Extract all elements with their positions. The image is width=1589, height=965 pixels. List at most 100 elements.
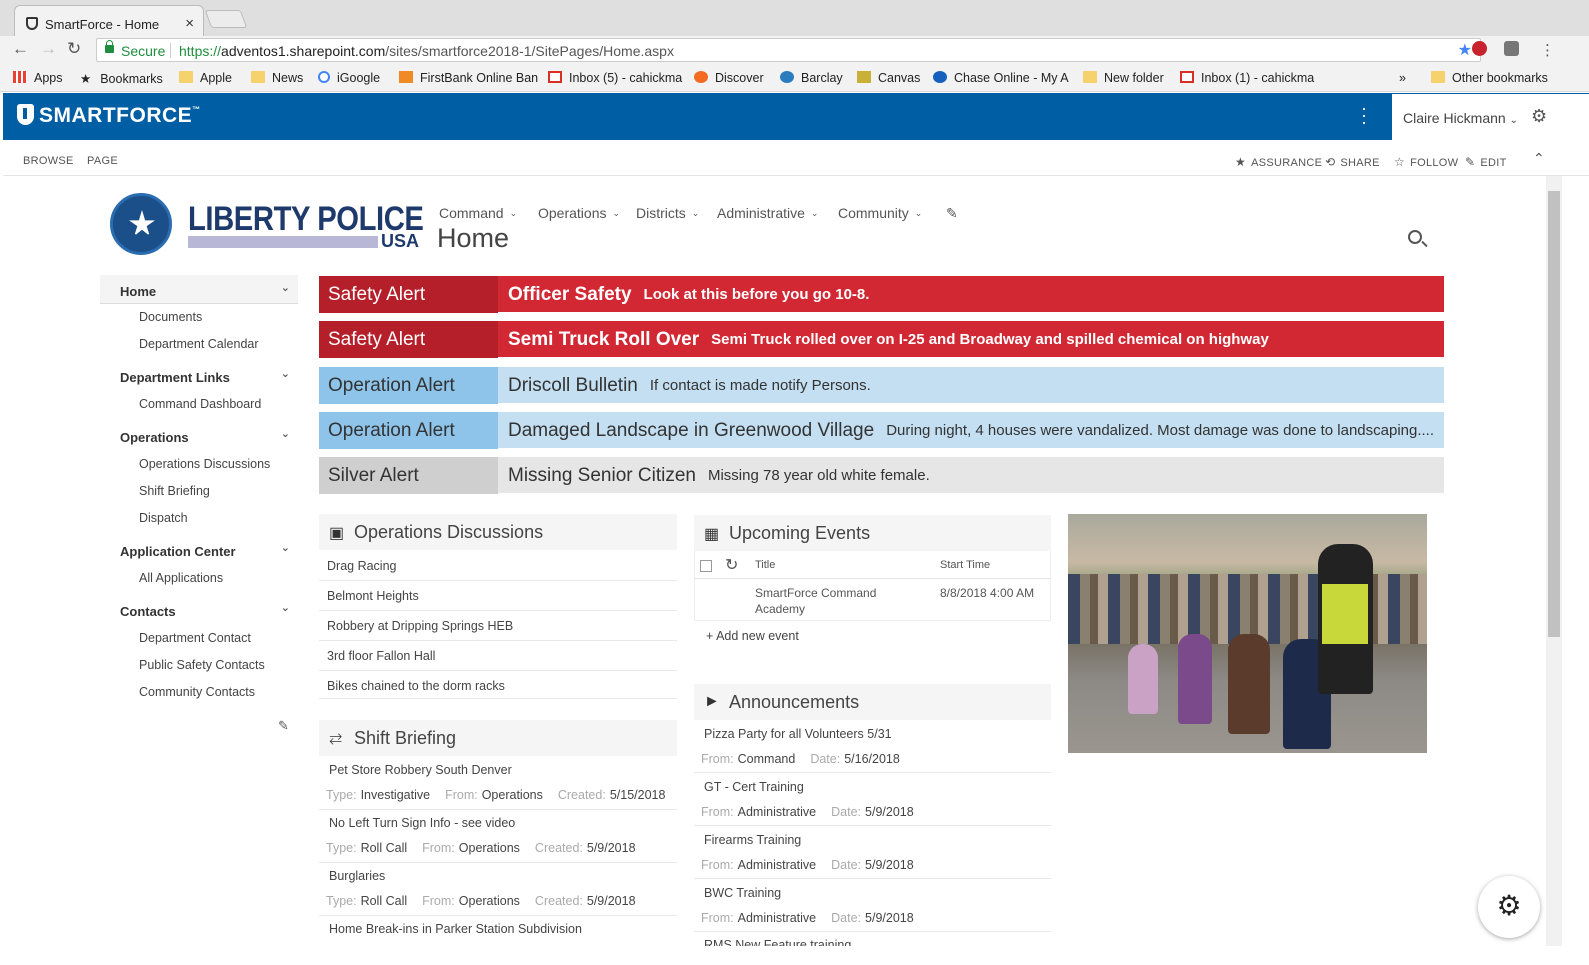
other-bookmarks[interactable]: Other bookmarks bbox=[1431, 71, 1548, 85]
extension-icon[interactable] bbox=[1504, 41, 1519, 56]
list-item[interactable]: Bikes chained to the dorm racks bbox=[319, 671, 677, 699]
alert-row[interactable]: Safety Alert Semi Truck Roll Over Semi Tr… bbox=[319, 321, 1444, 358]
alert-row[interactable]: Operation Alert Damaged Landscape in Gre… bbox=[319, 412, 1444, 449]
new-tab-button[interactable] bbox=[204, 10, 248, 28]
list-item[interactable]: Drag Racing bbox=[319, 551, 677, 581]
user-menu[interactable]: Claire Hickmann ⌄ ⚙ bbox=[1392, 93, 1589, 140]
briefing-item[interactable]: Burglaries Type: Roll Call From: Operations… bbox=[319, 863, 677, 916]
bookmark-inbox-1[interactable]: Inbox (1) - cahickma bbox=[1180, 71, 1314, 85]
discussions-title[interactable]: Operations Discussions bbox=[354, 522, 543, 543]
announcement-item[interactable]: Firearms Training From: Administrative Dat… bbox=[694, 826, 1051, 879]
leftnav-shift-briefing[interactable]: Shift Briefing bbox=[139, 484, 210, 498]
briefing-item[interactable]: No Left Turn Sign Info - see video Type:… bbox=[319, 810, 677, 863]
chevron-down-icon[interactable]: ⌄ bbox=[281, 601, 290, 614]
column-header-start-time[interactable]: Start Time bbox=[940, 559, 990, 571]
leftnav-department-contact[interactable]: Department Contact bbox=[139, 631, 251, 645]
announcement-title[interactable]: GT - Cert Training bbox=[704, 780, 804, 794]
share-button[interactable]: ⟲ SHARE bbox=[1325, 155, 1380, 169]
briefing-item[interactable]: Home Break-ins in Parker Station Subdivi… bbox=[319, 916, 677, 946]
nav-command[interactable]: Command ⌄ bbox=[439, 205, 517, 221]
chevron-down-icon[interactable]: ⌄ bbox=[281, 281, 290, 294]
tab-browse[interactable]: BROWSE bbox=[23, 155, 74, 167]
nav-districts[interactable]: Districts ⌄ bbox=[636, 205, 699, 221]
bookmark-firstbank[interactable]: FirstBank Online Ban bbox=[399, 71, 538, 85]
leftnav-all-applications[interactable]: All Applications bbox=[139, 571, 223, 585]
list-item[interactable]: Robbery at Dripping Springs HEB bbox=[319, 611, 677, 641]
list-item[interactable]: Belmont Heights bbox=[319, 581, 677, 611]
browser-tab[interactable]: SmartForce - Home × bbox=[14, 5, 204, 36]
leftnav-application-center[interactable]: Application Center ⌄ bbox=[100, 535, 298, 564]
smartforce-logo[interactable]: SMARTFORCE™ bbox=[17, 104, 201, 128]
back-arrow-icon[interactable]: ← bbox=[12, 39, 29, 59]
briefing-item[interactable]: Pet Store Robbery South Denver Type: Inve… bbox=[319, 757, 677, 810]
briefing-title[interactable]: No Left Turn Sign Info - see video bbox=[329, 816, 515, 830]
announcement-item[interactable]: Pizza Party for all Volunteers 5/31 From… bbox=[694, 720, 1051, 773]
bookmark-news[interactable]: News bbox=[251, 71, 303, 85]
alert-row[interactable]: Safety Alert Officer Safety Look at this … bbox=[319, 276, 1444, 313]
address-bar[interactable]: Secure https://adventos1.sharepoint.com/… bbox=[96, 38, 1481, 62]
announcement-item[interactable]: GT - Cert Training From: Administrative Da… bbox=[694, 773, 1051, 826]
assurance-button[interactable]: ★ ASSURANCE bbox=[1235, 155, 1322, 169]
announcement-item[interactable]: RMS New Feature training bbox=[694, 932, 1051, 946]
leftnav-department-links[interactable]: Department Links ⌄ bbox=[100, 361, 298, 390]
announcement-title[interactable]: RMS New Feature training bbox=[704, 938, 851, 946]
announcement-title[interactable]: Firearms Training bbox=[704, 833, 801, 847]
edit-leftnav-pencil-icon[interactable]: ✎ bbox=[278, 718, 289, 734]
bookmarks-more-button[interactable]: » bbox=[1399, 71, 1406, 85]
briefing-title[interactable]: Burglaries bbox=[329, 869, 385, 883]
announcement-title[interactable]: BWC Training bbox=[704, 886, 781, 900]
bookmark-inbox-5[interactable]: Inbox (5) - cahickma bbox=[548, 71, 682, 85]
scrollbar-thumb[interactable] bbox=[1548, 191, 1560, 637]
bookmark-apps[interactable]: Apps bbox=[13, 71, 63, 85]
leftnav-contacts[interactable]: Contacts ⌄ bbox=[100, 595, 298, 624]
leftnav-department-calendar[interactable]: Department Calendar bbox=[139, 337, 259, 351]
select-all-checkbox[interactable] bbox=[700, 560, 712, 572]
events-title[interactable]: Upcoming Events bbox=[729, 523, 870, 544]
chevron-down-icon[interactable]: ⌄ bbox=[281, 541, 290, 554]
leftnav-public-safety-contacts[interactable]: Public Safety Contacts bbox=[139, 658, 265, 672]
announcement-title[interactable]: Pizza Party for all Volunteers 5/31 bbox=[704, 727, 892, 741]
briefing-title[interactable]: Home Break-ins in Parker Station Subdivi… bbox=[329, 922, 582, 936]
tab-page[interactable]: PAGE bbox=[87, 155, 118, 167]
liberty-police-seal-icon[interactable] bbox=[110, 193, 172, 255]
leftnav-operations[interactable]: Operations ⌄ bbox=[100, 421, 298, 450]
announcements-title[interactable]: Announcements bbox=[729, 692, 859, 713]
forward-arrow-icon[interactable]: → bbox=[40, 39, 57, 59]
leftnav-operations-discussions[interactable]: Operations Discussions bbox=[139, 457, 270, 471]
leftnav-documents[interactable]: Documents bbox=[139, 310, 202, 324]
bookmark-star-icon[interactable]: ★ bbox=[1458, 40, 1472, 60]
alert-row[interactable]: Operation Alert Driscoll Bulletin If cont… bbox=[319, 367, 1444, 404]
leftnav-dispatch[interactable]: Dispatch bbox=[139, 511, 188, 525]
chevron-down-icon[interactable]: ⌄ bbox=[281, 427, 290, 440]
leftnav-command-dashboard[interactable]: Command Dashboard bbox=[139, 397, 261, 411]
chevron-down-icon[interactable]: ⌄ bbox=[281, 367, 290, 380]
column-header-title[interactable]: Title bbox=[755, 559, 775, 571]
more-vertical-icon[interactable]: · · · bbox=[1361, 99, 1367, 131]
search-icon[interactable] bbox=[1408, 230, 1422, 244]
reload-icon[interactable]: ↻ bbox=[67, 39, 81, 59]
refresh-icon[interactable]: ↻ bbox=[725, 555, 738, 575]
shift-briefing-title[interactable]: Shift Briefing bbox=[354, 728, 456, 749]
alert-row[interactable]: Silver Alert Missing Senior Citizen Missi… bbox=[319, 457, 1444, 494]
edit-button[interactable]: ✎ EDIT bbox=[1465, 155, 1507, 169]
bookmark-igoogle[interactable]: iGoogle bbox=[318, 71, 380, 85]
collapse-ribbon-icon[interactable]: ⌃ bbox=[1533, 150, 1545, 167]
settings-gear-icon[interactable]: ⚙ bbox=[1478, 876, 1540, 938]
bookmark-barclay[interactable]: Barclay bbox=[780, 71, 843, 85]
list-item[interactable]: 3rd floor Fallon Hall bbox=[319, 641, 677, 671]
bookmark-canvas[interactable]: Canvas bbox=[857, 71, 920, 85]
page-scrollbar[interactable] bbox=[1546, 176, 1562, 946]
add-new-event-link[interactable]: + Add new event bbox=[706, 629, 799, 643]
nav-administrative[interactable]: Administrative ⌄ bbox=[717, 205, 818, 221]
pinterest-icon[interactable] bbox=[1472, 41, 1487, 56]
bookmark-chase[interactable]: Chase Online - My A bbox=[933, 71, 1069, 85]
nav-community[interactable]: Community ⌄ bbox=[838, 205, 922, 221]
tab-close-icon[interactable]: × bbox=[185, 15, 194, 32]
bookmark-discover[interactable]: Discover bbox=[694, 71, 764, 85]
event-title[interactable]: SmartForce Command Academy bbox=[755, 585, 905, 617]
nav-operations[interactable]: Operations ⌄ bbox=[538, 205, 620, 221]
announcement-item[interactable]: BWC Training From: Administrative Date: 5/9… bbox=[694, 879, 1051, 932]
chrome-menu-icon[interactable]: ⋮ bbox=[1540, 41, 1555, 59]
bookmark-bookmarks[interactable]: ★ Bookmarks bbox=[80, 71, 163, 86]
edit-links-pencil-icon[interactable]: ✎ bbox=[946, 205, 958, 222]
